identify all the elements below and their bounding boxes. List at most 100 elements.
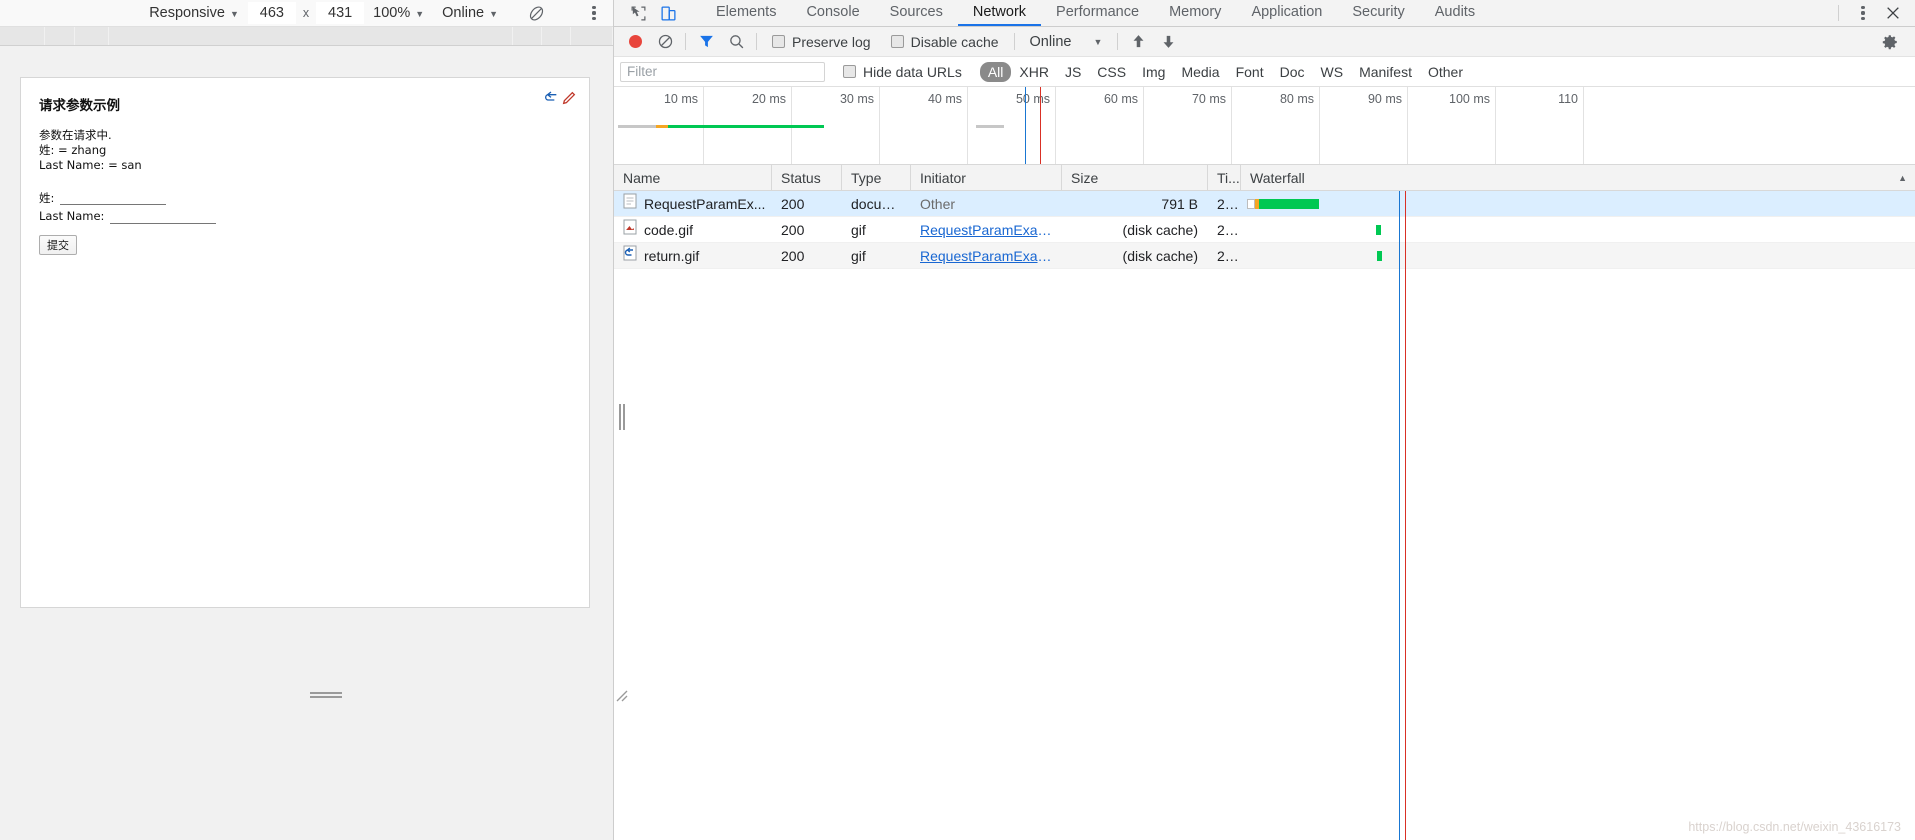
filter-type-img[interactable]: Img <box>1134 62 1173 82</box>
waterfall-bar-download <box>1377 250 1382 261</box>
tab-performance[interactable]: Performance <box>1041 0 1154 26</box>
devtools-panel: Elements Console Sources Network Perform… <box>614 0 1915 840</box>
column-header-type[interactable]: Type <box>842 164 911 191</box>
zoom-select[interactable]: 100% ▼ <box>364 5 433 21</box>
viewport-resize-handle-bottom[interactable] <box>309 689 343 701</box>
filter-funnel-icon[interactable] <box>691 29 721 55</box>
overview-tick-label: 60 ms <box>1103 92 1138 106</box>
viewport-ruler <box>0 27 613 46</box>
request-name: code.gif <box>644 221 694 238</box>
table-row[interactable]: RequestParamEx... 200 docum... Other 791… <box>614 191 1915 217</box>
tab-application[interactable]: Application <box>1236 0 1337 26</box>
table-row[interactable]: code.gif 200 gif RequestParamExam... (di… <box>614 217 1915 243</box>
return-link-icon[interactable] <box>543 90 559 111</box>
filter-type-js[interactable]: JS <box>1057 62 1089 82</box>
filter-type-css[interactable]: CSS <box>1089 62 1134 82</box>
clear-icon[interactable] <box>650 29 680 55</box>
chevron-down-icon: ▼ <box>415 8 425 19</box>
column-header-name[interactable]: Name <box>614 164 772 191</box>
column-header-initiator[interactable]: Initiator <box>911 164 1062 191</box>
request-name: return.gif <box>644 247 700 264</box>
toolbar-divider <box>1013 33 1015 50</box>
paragraph-line-2: 姓: = zhang <box>39 143 107 158</box>
overview-request-bar-grey2 <box>976 125 1004 128</box>
table-row[interactable]: return.gif 200 gif RequestParamExam... (… <box>614 243 1915 269</box>
request-param-form: 姓: Last Name: 提交 <box>39 190 571 255</box>
gear-icon[interactable] <box>1875 29 1905 55</box>
cell-type: docum... <box>851 195 905 212</box>
paragraph-line-3: Last Name: = san <box>39 158 142 173</box>
page-action-icons <box>543 90 577 111</box>
cell-name: code.gif <box>614 217 772 243</box>
overview-tick-label: 50 ms <box>1015 92 1050 106</box>
network-throttle-value: Online <box>442 5 485 21</box>
kebab-menu-icon[interactable] <box>1849 1 1877 25</box>
column-header-status[interactable]: Status <box>772 164 842 191</box>
filter-type-media[interactable]: Media <box>1173 62 1227 82</box>
devtools-tabbar: Elements Console Sources Network Perform… <box>614 0 1915 27</box>
firstname-input[interactable] <box>60 190 167 206</box>
filter-input[interactable] <box>620 61 825 82</box>
tab-security[interactable]: Security <box>1337 0 1419 26</box>
rotate-icon[interactable] <box>521 1 551 25</box>
column-header-waterfall[interactable]: Waterfall ▲ <box>1241 165 1915 191</box>
overview-tick-label: 80 ms <box>1279 92 1314 106</box>
waterfall-bar-download <box>1376 224 1381 235</box>
overview-request-bar-green <box>668 125 824 128</box>
tab-memory[interactable]: Memory <box>1154 0 1236 26</box>
zoom-value: 100% <box>373 5 411 21</box>
network-filter-bar: Hide data URLs All XHR JS CSS Img Media … <box>614 57 1915 87</box>
search-icon[interactable] <box>721 29 751 55</box>
tab-elements[interactable]: Elements <box>701 0 791 26</box>
devtools-tab-list: Elements Console Sources Network Perform… <box>701 0 1830 26</box>
filter-type-other[interactable]: Other <box>1420 62 1471 82</box>
inspect-cursor-icon[interactable] <box>624 1 652 25</box>
cell-status: 200 <box>781 221 805 238</box>
form-row-lastname: Last Name: <box>39 208 571 224</box>
filter-type-manifest[interactable]: Manifest <box>1351 62 1420 82</box>
load-event-line <box>1040 87 1041 164</box>
record-button-icon[interactable] <box>620 29 650 55</box>
lastname-input[interactable] <box>110 208 217 224</box>
network-throttle-dropdown[interactable]: Online ▼ <box>1020 34 1113 50</box>
filter-type-ws[interactable]: WS <box>1313 62 1352 82</box>
emulated-viewport: 请求参数示例 参数在请求中. 姓: = zhang Last Name: = s… <box>20 77 590 608</box>
cell-initiator[interactable]: RequestParamExam... <box>911 243 1062 269</box>
network-throttle-select[interactable]: Online ▼ <box>433 5 507 21</box>
close-icon[interactable] <box>1879 1 1907 25</box>
cell-name: RequestParamEx... <box>614 191 772 217</box>
device-toolbar-icon[interactable] <box>654 1 682 25</box>
preserve-log-label: Preserve log <box>792 33 871 50</box>
disable-cache-checkbox[interactable]: Disable cache <box>881 34 1009 50</box>
hide-data-urls-label: Hide data URLs <box>863 63 962 80</box>
column-header-size[interactable]: Size <box>1062 164 1208 191</box>
domcontentloaded-line <box>1025 87 1026 164</box>
submit-button[interactable]: 提交 <box>39 234 77 255</box>
tab-network[interactable]: Network <box>957 0 1042 26</box>
toolbar-divider <box>1838 5 1839 21</box>
filter-type-font[interactable]: Font <box>1228 62 1272 82</box>
cell-initiator[interactable]: RequestParamExam... <box>911 217 1062 243</box>
download-arrow-icon[interactable] <box>1153 29 1183 55</box>
viewport-width-input[interactable]: 463 <box>247 2 296 24</box>
chevron-down-icon: ▼ <box>229 8 239 19</box>
tab-sources[interactable]: Sources <box>875 0 958 26</box>
filter-type-doc[interactable]: Doc <box>1272 62 1313 82</box>
viewport-height-input[interactable]: 431 <box>316 2 365 24</box>
watermark-text: https://blog.csdn.net/weixin_43616173 <box>1688 820 1901 834</box>
hide-data-urls-checkbox[interactable]: Hide data URLs <box>825 64 972 80</box>
kebab-menu-icon[interactable] <box>579 1 609 25</box>
preserve-log-checkbox[interactable]: Preserve log <box>762 34 881 50</box>
cell-name: return.gif <box>614 243 772 269</box>
page-title: 请求参数示例 <box>39 98 120 114</box>
network-overview-timeline[interactable]: 10 ms 20 ms 30 ms 40 ms 50 ms 60 ms 70 m… <box>614 87 1915 165</box>
filter-type-all[interactable]: All <box>979 61 1012 82</box>
pencil-icon[interactable] <box>561 90 577 111</box>
filter-type-xhr[interactable]: XHR <box>1011 62 1057 82</box>
tab-console[interactable]: Console <box>791 0 874 26</box>
column-header-time[interactable]: Ti... <box>1208 164 1241 191</box>
toolbar-divider <box>685 33 686 50</box>
upload-arrow-icon[interactable] <box>1123 29 1153 55</box>
tab-audits[interactable]: Audits <box>1420 0 1490 26</box>
device-preset-select[interactable]: Responsive ▼ <box>140 5 248 21</box>
